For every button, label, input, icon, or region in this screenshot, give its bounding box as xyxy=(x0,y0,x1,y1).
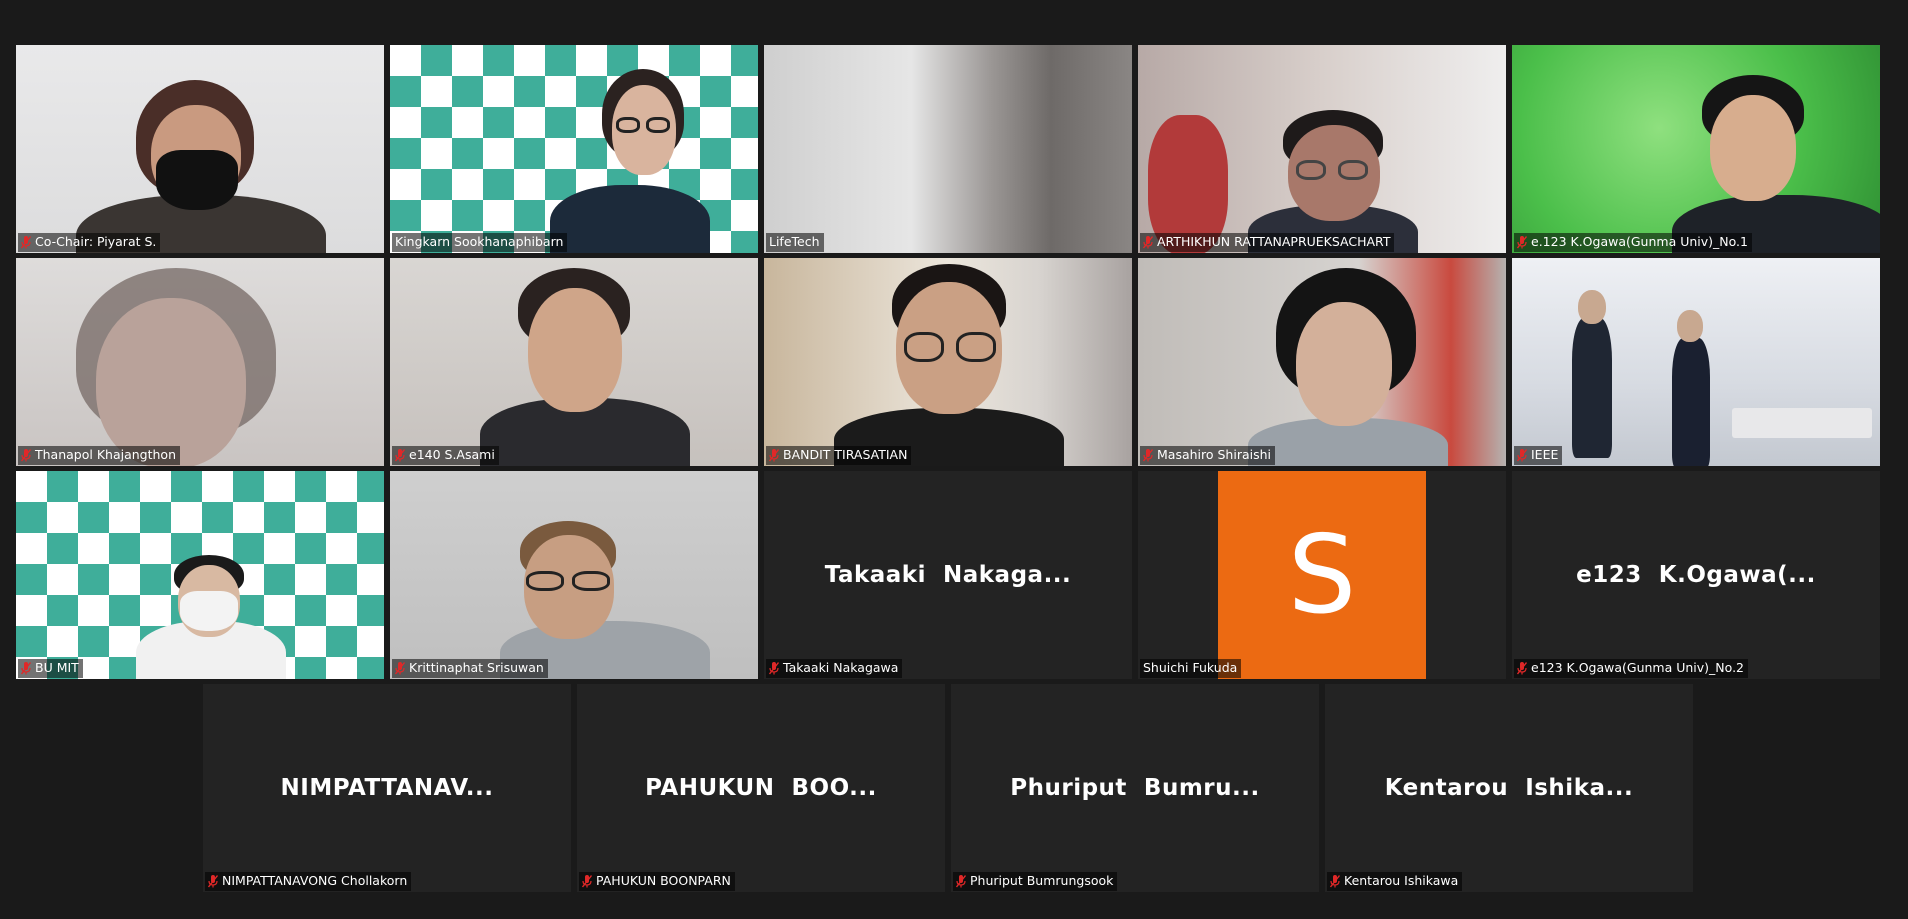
participant-name-tag: BU MIT xyxy=(18,659,83,678)
participant-name-tag: Krittinaphat Srisuwan xyxy=(392,659,548,678)
participant-name: e.123 K.Ogawa(Gunma Univ)_No.1 xyxy=(1531,234,1748,249)
video-tile-ogawa-no2[interactable]: e123 K.Ogawa(... e123 K.Ogawa(Gunma Univ… xyxy=(1512,471,1880,679)
participant-name: ARTHIKHUN RATTANAPRUEKSACHART xyxy=(1157,234,1391,249)
participant-name: Co-Chair: Piyarat S. xyxy=(35,234,157,249)
video-off-name: NIMPATTANAV... xyxy=(280,775,494,801)
participant-name-tag: e140 S.Asami xyxy=(392,446,499,465)
participant-name: Takaaki Nakagawa xyxy=(783,660,899,675)
video-tile-ogawa-no1[interactable]: e.123 K.Ogawa(Gunma Univ)_No.1 xyxy=(1512,45,1880,253)
participant-name: IEEE xyxy=(1531,447,1559,462)
video-tile-asami[interactable]: e140 S.Asami xyxy=(390,258,758,466)
microphone-muted-icon xyxy=(582,874,592,887)
microphone-muted-icon xyxy=(395,661,405,674)
video-off-name: Phuriput Bumru... xyxy=(1010,775,1260,801)
microphone-muted-icon xyxy=(1143,235,1153,248)
participant-name: NIMPATTANAVONG Chollakorn xyxy=(222,873,408,888)
participant-name-tag: PAHUKUN BOONPARN xyxy=(579,872,735,891)
video-feed xyxy=(16,258,384,466)
participant-name-tag: BANDIT TIRASATIAN xyxy=(766,446,912,465)
video-tile-bandit[interactable]: BANDIT TIRASATIAN xyxy=(764,258,1132,466)
video-feed xyxy=(390,258,758,466)
participant-name: Krittinaphat Srisuwan xyxy=(409,660,544,675)
video-tile-kingkarn-active-speaker[interactable]: Kingkarn Sookhanaphibarn xyxy=(390,45,758,253)
video-feed xyxy=(1138,45,1506,253)
participant-name-tag: Shuichi Fukuda xyxy=(1140,659,1242,678)
video-off-name: Kentarou Ishika... xyxy=(1384,775,1634,801)
video-off-name: Takaaki Nakaga... xyxy=(824,562,1072,588)
video-tile-krittinaphat[interactable]: Krittinaphat Srisuwan xyxy=(390,471,758,679)
video-off-name: e123 K.Ogawa(... xyxy=(1576,562,1816,588)
participant-name: PAHUKUN BOONPARN xyxy=(596,873,731,888)
microphone-muted-icon xyxy=(956,874,966,887)
video-feed xyxy=(16,45,384,253)
video-feed xyxy=(390,471,758,679)
participant-name: Phuriput Bumrungsook xyxy=(970,873,1114,888)
video-tile-shuichi-fukuda[interactable]: S Shuichi Fukuda xyxy=(1138,471,1506,679)
participant-name: Shuichi Fukuda xyxy=(1143,660,1238,675)
video-feed xyxy=(764,45,1132,253)
participant-name: e123 K.Ogawa(Gunma Univ)_No.2 xyxy=(1531,660,1745,675)
participant-name-tag: NIMPATTANAVONG Chollakorn xyxy=(205,872,412,891)
microphone-muted-icon xyxy=(1517,661,1527,674)
video-feed xyxy=(764,258,1132,466)
microphone-muted-icon xyxy=(208,874,218,887)
participant-name-tag: Thanapol Khajangthon xyxy=(18,446,180,465)
microphone-muted-icon xyxy=(21,235,31,248)
microphone-muted-icon xyxy=(1143,448,1153,461)
participant-name-tag: LifeTech xyxy=(766,233,824,252)
participant-name: BU MIT xyxy=(35,660,79,675)
participant-name-tag: Phuriput Bumrungsook xyxy=(953,872,1118,891)
video-tile-pahukun[interactable]: PAHUKUN BOO... PAHUKUN BOONPARN xyxy=(577,684,945,892)
participant-name-tag: IEEE xyxy=(1514,446,1563,465)
microphone-muted-icon xyxy=(1330,874,1340,887)
video-feed xyxy=(1512,258,1880,466)
participant-name-tag: e.123 K.Ogawa(Gunma Univ)_No.1 xyxy=(1514,233,1752,252)
participant-name-tag: Kingkarn Sookhanaphibarn xyxy=(392,233,568,252)
participant-name-tag: Kentarou Ishikawa xyxy=(1327,872,1463,891)
participant-name: LifeTech xyxy=(769,234,820,249)
microphone-muted-icon xyxy=(1517,448,1527,461)
participant-name: Kingkarn Sookhanaphibarn xyxy=(395,234,564,249)
participant-name: Masahiro Shiraishi xyxy=(1157,447,1272,462)
participant-name: BANDIT TIRASATIAN xyxy=(783,447,908,462)
participant-name: Kentarou Ishikawa xyxy=(1344,873,1459,888)
video-tile-shiraishi[interactable]: Masahiro Shiraishi xyxy=(1138,258,1506,466)
video-tile-kentarou[interactable]: Kentarou Ishika... Kentarou Ishikawa xyxy=(1325,684,1693,892)
video-tile-thanapol[interactable]: Thanapol Khajangthon xyxy=(16,258,384,466)
participant-name-tag: Takaaki Nakagawa xyxy=(766,659,903,678)
participant-name-tag: Co-Chair: Piyarat S. xyxy=(18,233,161,252)
video-tile-lifetech[interactable]: LifeTech xyxy=(764,45,1132,253)
participant-name: Thanapol Khajangthon xyxy=(35,447,176,462)
microphone-muted-icon xyxy=(1517,235,1527,248)
participant-name-tag: Masahiro Shiraishi xyxy=(1140,446,1276,465)
video-tile-ieee[interactable]: IEEE xyxy=(1512,258,1880,466)
microphone-muted-icon xyxy=(395,448,405,461)
avatar: S xyxy=(1218,471,1426,679)
video-tile-takaaki-nakagawa[interactable]: Takaaki Nakaga... Takaaki Nakagawa xyxy=(764,471,1132,679)
video-tile-arthikhun[interactable]: ARTHIKHUN RATTANAPRUEKSACHART xyxy=(1138,45,1506,253)
gallery-view: Co-Chair: Piyarat S. Kingkarn Sookhanaph… xyxy=(0,0,1908,919)
microphone-muted-icon xyxy=(769,661,779,674)
microphone-muted-icon xyxy=(21,448,31,461)
microphone-muted-icon xyxy=(21,661,31,674)
microphone-muted-icon xyxy=(769,448,779,461)
video-feed xyxy=(1138,258,1506,466)
video-tile-nimpattanavong[interactable]: NIMPATTANAV... NIMPATTANAVONG Chollakorn xyxy=(203,684,571,892)
participant-name-tag: ARTHIKHUN RATTANAPRUEKSACHART xyxy=(1140,233,1395,252)
participant-name: e140 S.Asami xyxy=(409,447,495,462)
video-feed xyxy=(1512,45,1880,253)
video-tile-bu-mit[interactable]: BU MIT xyxy=(16,471,384,679)
video-tile-phuriput[interactable]: Phuriput Bumru... Phuriput Bumrungsook xyxy=(951,684,1319,892)
video-tile-co-chair-piyarat[interactable]: Co-Chair: Piyarat S. xyxy=(16,45,384,253)
video-off-name: PAHUKUN BOO... xyxy=(645,775,877,801)
participant-name-tag: e123 K.Ogawa(Gunma Univ)_No.2 xyxy=(1514,659,1749,678)
